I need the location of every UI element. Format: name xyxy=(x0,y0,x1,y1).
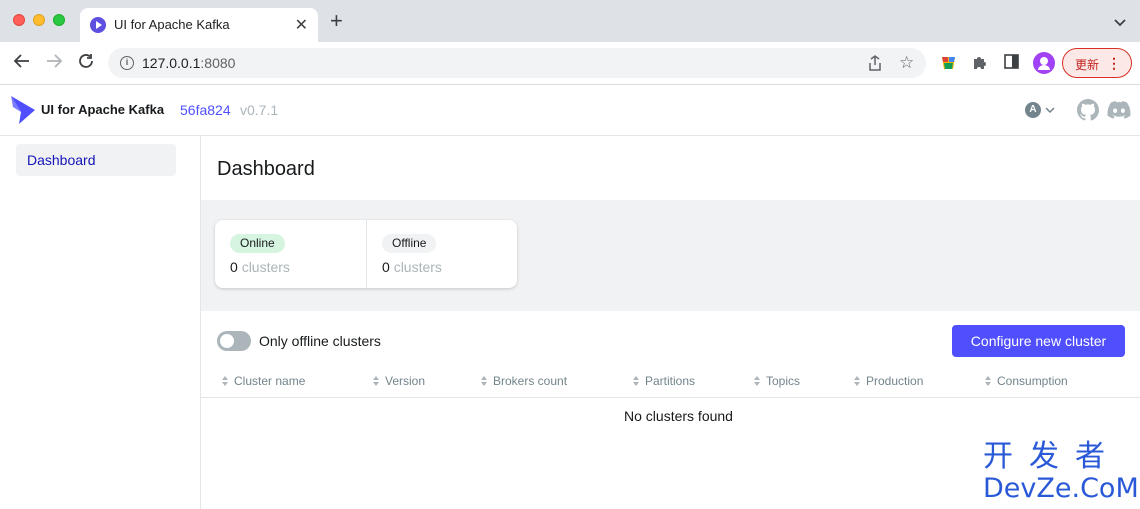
sort-icon xyxy=(222,376,229,386)
update-button[interactable]: 更新 ⋮ xyxy=(1062,48,1132,78)
empty-table-message: No clusters found xyxy=(624,408,733,424)
watermark-en: DevZe.CoM xyxy=(983,473,1139,504)
reload-icon[interactable] xyxy=(77,52,95,74)
column-header-partitions[interactable]: Partitions xyxy=(633,374,695,388)
github-icon[interactable] xyxy=(1077,99,1100,126)
discord-icon[interactable] xyxy=(1107,101,1131,124)
cluster-metrics-box: Online 0 clusters Offline 0 clusters xyxy=(215,220,517,288)
theme-auto-icon: A xyxy=(1025,102,1041,118)
sidebar-item-dashboard[interactable]: Dashboard xyxy=(16,144,176,176)
sidebar-item-label: Dashboard xyxy=(27,152,96,168)
browser-tab[interactable]: UI for Apache Kafka ✕ xyxy=(80,8,318,42)
tab-close-icon[interactable]: ✕ xyxy=(295,15,308,35)
online-badge: Online xyxy=(230,234,285,253)
only-offline-label: Only offline clusters xyxy=(259,333,381,349)
watermark: 开发者 DevZe.CoM xyxy=(983,439,1139,504)
address-bar[interactable]: i 127.0.0.1:8080 ☆ xyxy=(108,48,926,78)
sort-icon xyxy=(633,376,640,386)
minimize-window-button[interactable] xyxy=(33,14,45,26)
metrics-section: Online 0 clusters Offline 0 clusters xyxy=(201,200,1140,311)
sort-icon xyxy=(854,376,861,386)
tab-title: UI for Apache Kafka xyxy=(114,17,230,32)
forward-arrow-icon[interactable] xyxy=(45,52,63,74)
clusters-table-header: Cluster name Version Brokers count Parti… xyxy=(201,369,1140,398)
share-icon[interactable] xyxy=(868,55,882,75)
close-window-button[interactable] xyxy=(13,14,25,26)
page-title: Dashboard xyxy=(217,158,315,180)
kafka-favicon-icon xyxy=(90,17,106,33)
column-header-consumption[interactable]: Consumption xyxy=(985,374,1068,388)
online-metric-card: Online 0 clusters xyxy=(215,220,366,288)
side-panel-icon[interactable] xyxy=(1004,54,1019,74)
kafka-logo-icon[interactable] xyxy=(10,95,36,130)
browser-toolbar: i 127.0.0.1:8080 ☆ 更新 ⋮ xyxy=(0,42,1140,85)
back-arrow-icon[interactable] xyxy=(13,52,31,74)
maximize-window-button[interactable] xyxy=(53,14,65,26)
bookmark-star-icon[interactable]: ☆ xyxy=(899,53,914,73)
tab-search-chevron-icon[interactable] xyxy=(1114,14,1126,32)
new-tab-button[interactable]: + xyxy=(330,10,343,32)
offline-clusters-value: 0 clusters xyxy=(382,259,442,275)
watermark-cn: 开发者 xyxy=(983,439,1121,474)
sidebar: Dashboard xyxy=(0,136,201,509)
column-header-production[interactable]: Production xyxy=(854,374,923,388)
version-label: v0.7.1 xyxy=(240,102,279,118)
app-title[interactable]: UI for Apache Kafka xyxy=(41,102,164,117)
only-offline-toggle[interactable] xyxy=(217,331,251,351)
chevron-down-icon xyxy=(1045,107,1055,113)
site-info-icon[interactable]: i xyxy=(120,56,134,70)
offline-metric-card: Offline 0 clusters xyxy=(366,220,517,288)
column-header-brokers-count[interactable]: Brokers count xyxy=(481,374,567,388)
profile-avatar[interactable] xyxy=(1033,52,1055,79)
extension-colorful-icon[interactable] xyxy=(940,54,957,76)
column-header-topics[interactable]: Topics xyxy=(754,374,800,388)
sort-icon xyxy=(754,376,761,386)
offline-badge: Offline xyxy=(382,234,437,253)
url-text[interactable]: 127.0.0.1:8080 xyxy=(142,55,235,71)
theme-selector[interactable]: A xyxy=(1025,102,1055,118)
app-header: UI for Apache Kafka 56fa824 v0.7.1 A xyxy=(0,85,1140,136)
sort-icon xyxy=(481,376,488,386)
online-clusters-value: 0 clusters xyxy=(230,259,290,275)
commit-link[interactable]: 56fa824 xyxy=(180,102,231,118)
sort-icon xyxy=(985,376,992,386)
extensions-puzzle-icon[interactable] xyxy=(972,54,988,75)
toggle-knob xyxy=(220,334,234,348)
browser-tabbar: UI for Apache Kafka ✕ + xyxy=(0,0,1140,42)
column-header-version[interactable]: Version xyxy=(373,374,425,388)
column-header-cluster-name[interactable]: Cluster name xyxy=(222,374,305,388)
sort-icon xyxy=(373,376,380,386)
configure-new-cluster-button[interactable]: Configure new cluster xyxy=(952,325,1125,357)
more-menu-icon: ⋮ xyxy=(1107,55,1121,71)
